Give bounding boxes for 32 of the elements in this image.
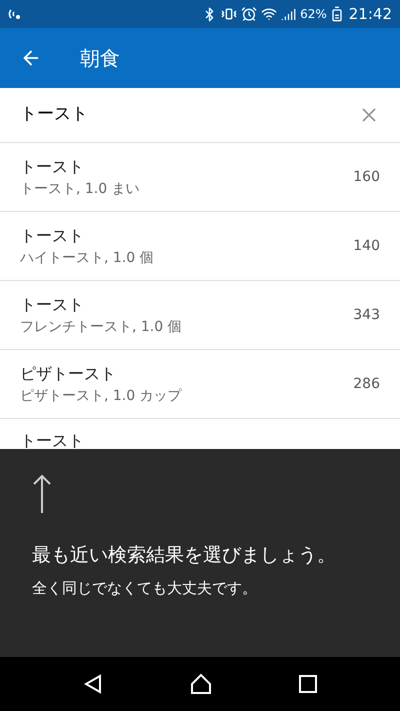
battery-percent: 62% <box>300 6 327 23</box>
calories: 160 <box>353 168 380 186</box>
home-button[interactable] <box>190 673 212 695</box>
search-input[interactable]: トースト <box>20 102 358 128</box>
food-detail: フレンチトースト, 1.0 個 <box>20 318 183 336</box>
food-name: ピザトースト <box>20 362 117 384</box>
signal-icon <box>281 6 296 22</box>
food-detail: ピザトースト, 1.0 カップ <box>20 386 183 406</box>
recents-button[interactable] <box>298 675 317 693</box>
result-row[interactable]: トースト ハイトースト, 1.0 個 140 <box>0 212 400 281</box>
tip-title: 最も近い検索結果を選びましょう。 <box>32 543 337 568</box>
vibrate-icon <box>221 6 238 22</box>
calories: 140 <box>353 236 380 256</box>
calories: 286 <box>353 374 380 394</box>
food-detail: トースト, 1.0 まい <box>20 180 141 198</box>
alarm-icon <box>241 6 258 22</box>
back-nav-button[interactable] <box>83 674 104 694</box>
clock: 21:42 <box>348 4 392 25</box>
screen-title: 朝食 <box>80 45 120 72</box>
food-name: トースト <box>20 294 85 316</box>
food-name: トースト <box>20 156 85 178</box>
result-row[interactable]: ピザトースト ピザトースト, 1.0 カップ 286 <box>0 350 400 419</box>
up-arrow-icon <box>32 473 52 513</box>
result-row[interactable]: トースト トースト, 1.0 まい 160 <box>0 143 400 212</box>
food-detail: ハイトースト, 1.0 個 <box>20 248 155 268</box>
search-field[interactable]: トースト <box>0 88 400 143</box>
wifi-icon <box>261 6 278 22</box>
result-row[interactable]: トースト フレンチトースト, 1.0 個 343 <box>0 281 400 350</box>
tip-body: 全く同じでなくても大丈夫です。 <box>32 578 258 599</box>
food-name: トースト <box>20 430 85 452</box>
food-name: トースト <box>20 224 85 246</box>
calories: 343 <box>353 306 380 324</box>
